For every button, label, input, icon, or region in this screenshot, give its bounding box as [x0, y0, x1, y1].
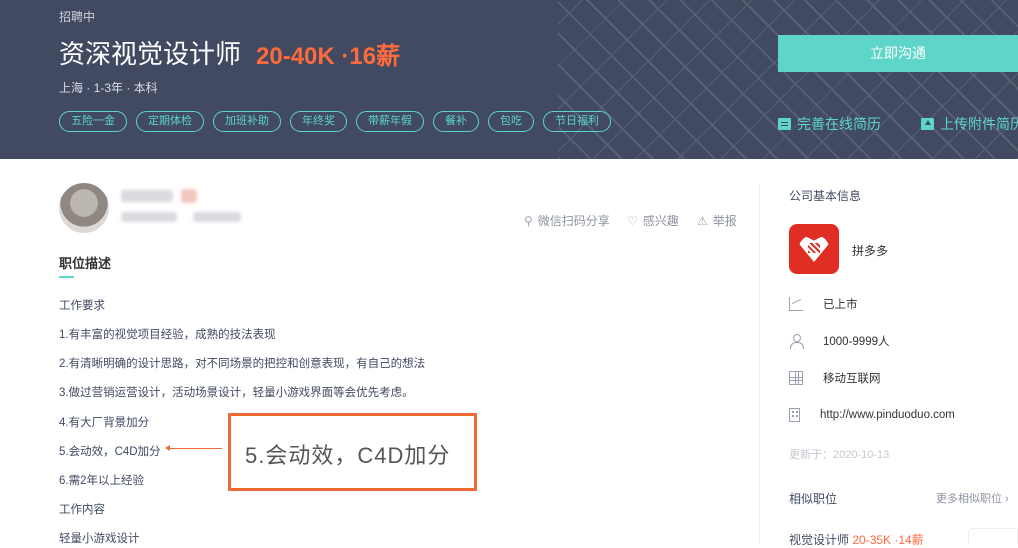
company-logo[interactable]	[789, 224, 839, 274]
company-website-row: http://www.pinduoduo.com	[789, 408, 955, 422]
benefit-tag: 加班补助	[213, 111, 281, 132]
job-salary: 20-40K ·16薪	[256, 43, 401, 70]
section-underline	[59, 276, 74, 278]
similar-job-salary: 20-35K ·14薪	[852, 533, 924, 547]
upload-resume-label: 上传附件简历	[940, 116, 1018, 132]
company-industry-row: 移动互联网	[789, 370, 881, 386]
annotation-text: 5.会动效，C4D加分	[245, 443, 451, 468]
company-stage-row: 已上市	[789, 296, 858, 312]
description-line: 6.需2年以上经验	[59, 475, 144, 487]
benefit-tag: 带薪年假	[356, 111, 424, 132]
more-similar-label: 更多相似职位	[936, 493, 1002, 505]
chevron-right-icon: ›	[1005, 493, 1009, 505]
recruiter-title-redacted	[193, 212, 241, 222]
similar-job-item[interactable]: 视觉设计师 20-35K ·14薪	[789, 531, 924, 548]
recruiter-name-redacted	[121, 190, 173, 202]
benefit-tag: 年终奖	[290, 111, 347, 132]
header-decoration	[558, 0, 1018, 159]
benefit-tag: 定期体检	[136, 111, 204, 132]
job-title: 资深视觉设计师	[59, 40, 242, 70]
user-icon	[789, 334, 804, 349]
updated-date: 更新于：2020-10-13	[789, 449, 890, 461]
description-line: 工作要求	[59, 300, 105, 312]
report-button[interactable]: ⚠ 举报	[697, 212, 737, 229]
company-info-title: 公司基本信息	[789, 189, 862, 203]
grid-icon	[789, 371, 803, 385]
description-line: 5.会动效，C4D加分	[59, 446, 161, 458]
building-icon	[789, 408, 800, 422]
upload-resume-link[interactable]: 上传附件简历	[921, 114, 1018, 134]
share-button[interactable]: ⚲ 微信扫码分享	[524, 212, 610, 229]
benefit-tag: 节日福利	[543, 111, 611, 132]
complete-resume-label: 完善在线简历	[797, 116, 881, 132]
upload-icon	[921, 118, 934, 130]
interest-button[interactable]: ♡ 感兴趣	[627, 212, 679, 229]
pinduoduo-logo-icon	[799, 236, 829, 262]
company-size: 1000-9999人	[823, 336, 890, 348]
annotation-callout: 5.会动效，C4D加分	[228, 413, 477, 491]
company-industry: 移动互联网	[823, 373, 881, 385]
interest-label: 感兴趣	[642, 214, 679, 228]
recruiter-badge-redacted	[181, 189, 197, 203]
annotation-arrow	[165, 445, 222, 451]
benefit-tags: 五险一金 定期体检 加班补助 年终奖 带薪年假 餐补 包吃 节日福利	[59, 111, 611, 132]
company-name[interactable]: 拼多多	[852, 242, 888, 259]
warning-icon: ⚠	[697, 213, 708, 228]
apply-button[interactable]: 立即沟通	[778, 35, 1018, 72]
trend-icon	[789, 297, 803, 311]
description-line: 1.有丰富的视觉项目经验，成熟的技法表现	[59, 329, 276, 341]
complete-resume-link[interactable]: 完善在线简历	[778, 114, 881, 134]
description-line: 工作内容	[59, 504, 105, 516]
company-stage: 已上市	[823, 299, 858, 311]
link-icon: ⚲	[524, 213, 533, 228]
company-size-row: 1000-9999人	[789, 333, 890, 349]
more-similar-link[interactable]: 更多相似职位 ›	[936, 490, 1009, 506]
job-header: 招聘中 资深视觉设计师 20-40K ·16薪 上海 · 1-3年 · 本科 五…	[0, 0, 1018, 159]
similar-jobs-title: 相似职位	[789, 492, 838, 506]
floating-card	[968, 528, 1018, 544]
resume-icon	[778, 118, 791, 130]
company-website[interactable]: http://www.pinduoduo.com	[820, 409, 955, 421]
sidebar-divider	[759, 185, 760, 544]
recruiter-title-redacted	[121, 212, 177, 222]
benefit-tag: 餐补	[433, 111, 479, 132]
description-title: 职位描述	[59, 256, 112, 271]
report-label: 举报	[712, 214, 737, 228]
job-meta: 上海 · 1-3年 · 本科	[59, 81, 158, 95]
description-line: 2.有清晰明确的设计思路，对不同场景的把控和创意表现，有自己的想法	[59, 358, 426, 370]
benefit-tag: 五险一金	[59, 111, 127, 132]
benefit-tag: 包吃	[488, 111, 534, 132]
recruiter-avatar[interactable]	[59, 183, 109, 233]
description-line: 4.有大厂背景加分	[59, 417, 150, 429]
heart-icon: ♡	[627, 213, 638, 228]
share-label: 微信扫码分享	[537, 214, 610, 228]
job-status: 招聘中	[59, 10, 96, 24]
description-line: 3.做过营销运营设计，活动场景设计，轻量小游戏界面等会优先考虑。	[59, 387, 414, 399]
similar-job-title: 视觉设计师	[789, 533, 850, 547]
